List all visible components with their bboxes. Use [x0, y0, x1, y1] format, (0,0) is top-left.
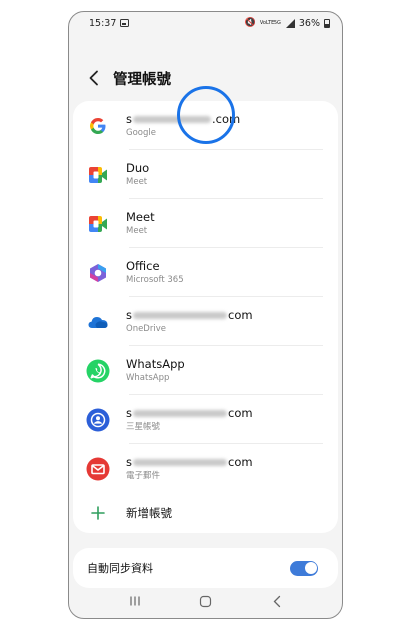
- account-row-email[interactable]: s com 電子郵件: [73, 444, 338, 493]
- auto-sync-toggle[interactable]: [290, 560, 318, 576]
- account-email: s com: [126, 406, 253, 420]
- signal-icon: [285, 18, 295, 28]
- home-icon: [199, 595, 212, 607]
- account-type: 電子郵件: [126, 471, 161, 481]
- account-title: Office: [126, 259, 160, 273]
- back-arrow-icon: [273, 595, 280, 607]
- account-title: Meet: [126, 210, 155, 224]
- account-type: Meet: [126, 226, 148, 236]
- account-title: WhatsApp: [126, 357, 185, 371]
- account-type: 三星帳號: [126, 422, 161, 432]
- account-type: Microsoft 365: [126, 275, 184, 285]
- auto-sync-row[interactable]: 自動同步資料: [73, 548, 338, 588]
- account-type: OneDrive: [126, 324, 166, 334]
- account-row-onedrive[interactable]: s com OneDrive: [73, 297, 338, 346]
- account-row-samsung[interactable]: s com 三星帳號: [73, 395, 338, 444]
- account-email: s com: [126, 455, 253, 469]
- add-account-button[interactable]: 新增帳號: [73, 493, 338, 533]
- volte-label: VoLTE: [259, 19, 275, 26]
- account-row-duo[interactable]: Duo Meet: [73, 150, 338, 199]
- chevron-left-icon: [89, 70, 98, 86]
- battery-percent: 36%: [298, 17, 320, 29]
- status-time: 15:37: [89, 17, 117, 29]
- home-button[interactable]: [191, 586, 221, 616]
- account-title: Duo: [126, 161, 150, 175]
- auto-sync-label: 自動同步資料: [87, 562, 153, 575]
- network-5g-label: 5G: [273, 19, 281, 26]
- account-email: s com: [126, 308, 253, 322]
- touch-indicator: [177, 86, 235, 144]
- back-button[interactable]: [79, 63, 109, 93]
- google-icon: [86, 114, 110, 138]
- onedrive-icon: [86, 310, 110, 334]
- account-row-office[interactable]: Office Microsoft 365: [73, 248, 338, 297]
- navigation-bar: [69, 584, 342, 618]
- account-type: WhatsApp: [126, 373, 170, 383]
- page-title: 管理帳號: [113, 71, 171, 88]
- whatsapp-icon: [86, 359, 110, 383]
- recents-icon: [129, 596, 140, 606]
- battery-icon: [324, 18, 330, 28]
- gallery-notification-icon: [120, 19, 130, 27]
- email-icon: [86, 457, 110, 481]
- duo-icon: [86, 163, 110, 187]
- mute-icon: 🔇: [244, 18, 256, 28]
- meet-icon: [86, 212, 110, 236]
- plus-icon: [86, 501, 110, 525]
- add-account-label: 新增帳號: [126, 505, 172, 520]
- status-bar: 15:37 🔇 VoLTE 5G 36%: [69, 12, 342, 34]
- account-type: Meet: [126, 177, 148, 187]
- accounts-list: s .com Google Duo Meet Meet Meet Office …: [73, 101, 338, 533]
- account-row-meet[interactable]: Meet Meet: [73, 199, 338, 248]
- back-nav-button[interactable]: [262, 586, 292, 616]
- account-row-whatsapp[interactable]: WhatsApp WhatsApp: [73, 346, 338, 395]
- office-icon: [86, 261, 110, 285]
- samsung-account-icon: [86, 408, 110, 432]
- recent-apps-button[interactable]: [120, 586, 150, 616]
